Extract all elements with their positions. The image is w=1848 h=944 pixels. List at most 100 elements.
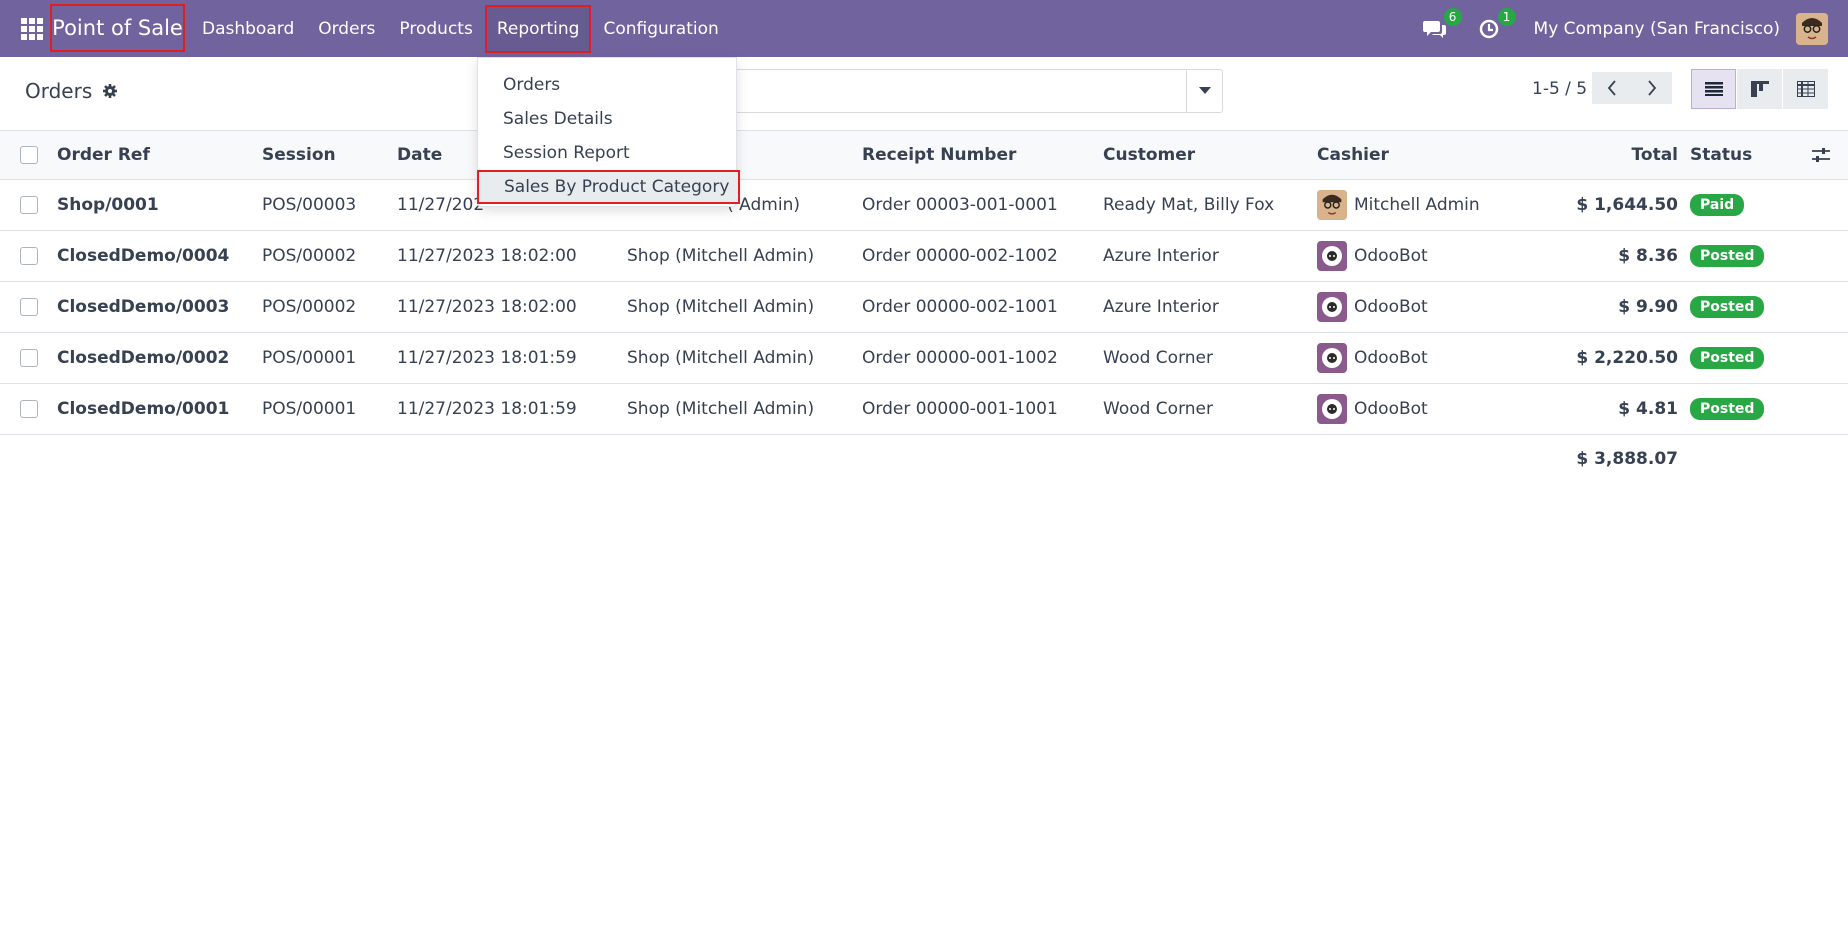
select-all-cell: [20, 131, 38, 179]
navbar-systray: 6 1 My Company (San Francisco): [1420, 0, 1848, 57]
user-avatar[interactable]: [1796, 12, 1828, 45]
row-select-cell: [20, 180, 38, 230]
order-total: $ 8.36: [1618, 246, 1678, 266]
cashier-name: OdooBot: [1354, 348, 1428, 368]
row-checkbox[interactable]: [20, 349, 38, 367]
cashier: OdooBot: [1317, 231, 1527, 281]
customer: Wood Corner: [1103, 348, 1213, 368]
receipt-number: Order 00000-002-1001: [862, 297, 1058, 317]
table-row[interactable]: Shop/0001 POS/00003 11/27/202 ( Admin) O…: [0, 180, 1848, 231]
main-menu: Dashboard Orders Products Reporting Conf…: [190, 0, 731, 57]
row-checkbox[interactable]: [20, 400, 38, 418]
cashier-name: OdooBot: [1354, 399, 1428, 419]
receipt-number: Order 00003-001-0001: [862, 195, 1058, 215]
reporting-item-sales-by-product-category[interactable]: Sales By Product Category: [477, 170, 740, 204]
orders-list: Order Ref Session Date Receipt Number Cu…: [0, 131, 1848, 483]
menu-configuration[interactable]: Configuration: [591, 0, 730, 57]
header-session[interactable]: Session: [262, 131, 392, 179]
order-ref: ClosedDemo/0002: [57, 348, 230, 368]
order-ref: Shop/0001: [57, 195, 159, 215]
chevron-left-icon: [1607, 80, 1616, 96]
status-badge: Posted: [1690, 398, 1765, 420]
activities-button[interactable]: 1: [1474, 7, 1516, 44]
list-view-button[interactable]: [1691, 69, 1736, 109]
menu-products[interactable]: Products: [387, 0, 484, 57]
status-cell: Posted: [1690, 333, 1800, 383]
customer: Azure Interior: [1103, 297, 1219, 317]
menu-dashboard[interactable]: Dashboard: [190, 0, 306, 57]
session: POS/00002: [262, 246, 357, 266]
kanban-view-button[interactable]: [1737, 69, 1782, 109]
table-row[interactable]: ClosedDemo/0003 POS/00002 11/27/2023 18:…: [0, 282, 1848, 333]
odoobot-avatar: [1317, 394, 1347, 424]
pivot-view-button[interactable]: [1783, 69, 1828, 109]
caret-down-icon: [1198, 87, 1211, 94]
status-cell: Posted: [1690, 384, 1800, 434]
row-checkbox[interactable]: [20, 298, 38, 316]
search-options-toggle[interactable]: [1186, 70, 1222, 112]
order-date: 11/27/2023 18:02:00: [397, 297, 577, 317]
status-badge: Paid: [1690, 194, 1745, 216]
reporting-item-session-report[interactable]: Session Report: [478, 136, 736, 170]
control-panel: Orders 1-5 / 5: [0, 57, 1848, 131]
cashier-name: Mitchell Admin: [1354, 195, 1480, 215]
reporting-dropdown: Orders Sales Details Session Report Sale…: [477, 57, 740, 207]
point-of-sale: Shop (Mitchell Admin): [627, 246, 815, 266]
header-total[interactable]: Total: [1530, 131, 1678, 179]
pager-previous-button[interactable]: [1592, 72, 1632, 104]
pager-value[interactable]: 1-5 / 5: [1532, 79, 1587, 99]
header-customer[interactable]: Customer: [1103, 131, 1313, 179]
pager-next-button[interactable]: [1632, 72, 1672, 104]
cashier: OdooBot: [1317, 384, 1527, 434]
menu-orders[interactable]: Orders: [306, 0, 387, 57]
point-of-sale: Shop (Mitchell Admin): [627, 399, 815, 419]
totals-row: $ 3,888.07: [0, 435, 1848, 483]
receipt-number: Order 00000-001-1002: [862, 348, 1058, 368]
breadcrumb-orders: Orders: [25, 79, 93, 103]
reporting-item-orders[interactable]: Orders: [478, 68, 736, 102]
session: POS/00003: [262, 195, 357, 215]
optional-columns-toggle[interactable]: [1812, 131, 1836, 179]
app-grid-icon[interactable]: [21, 17, 43, 40]
header-status[interactable]: Status: [1690, 131, 1800, 179]
search-input[interactable]: [733, 69, 1223, 113]
customer: Ready Mat, Billy Fox: [1103, 195, 1275, 215]
header-receipt-number[interactable]: Receipt Number: [862, 131, 1097, 179]
cashier-avatar: [1317, 190, 1347, 220]
order-ref: ClosedDemo/0004: [57, 246, 230, 266]
reporting-item-sales-details[interactable]: Sales Details: [478, 102, 736, 136]
header-cashier[interactable]: Cashier: [1317, 131, 1527, 179]
kanban-icon: [1750, 81, 1769, 97]
receipt-number: Order 00000-001-1001: [862, 399, 1058, 419]
company-switcher[interactable]: My Company (San Francisco): [1534, 19, 1780, 39]
session: POS/00001: [262, 348, 357, 368]
header-order-ref[interactable]: Order Ref: [57, 131, 257, 179]
row-select-cell: [20, 282, 38, 332]
table-row[interactable]: ClosedDemo/0004 POS/00002 11/27/2023 18:…: [0, 231, 1848, 282]
app-brand[interactable]: Point of Sale: [50, 4, 185, 52]
gear-icon[interactable]: [102, 83, 118, 99]
activities-count-badge: 1: [1497, 7, 1516, 26]
messages-button[interactable]: 6: [1420, 7, 1462, 44]
row-checkbox[interactable]: [20, 196, 38, 214]
status-cell: Posted: [1690, 282, 1800, 332]
order-date: 11/27/2023 18:01:59: [397, 399, 577, 419]
customer: Wood Corner: [1103, 399, 1213, 419]
row-checkbox[interactable]: [20, 247, 38, 265]
menu-reporting[interactable]: Reporting: [484, 4, 592, 53]
top-navbar: Point of Sale Dashboard Orders Products …: [0, 0, 1848, 57]
odoobot-avatar: [1317, 343, 1347, 373]
table-header: Order Ref Session Date Receipt Number Cu…: [0, 131, 1848, 180]
select-all-checkbox[interactable]: [20, 146, 38, 164]
cashier: OdooBot: [1317, 333, 1527, 383]
table-row[interactable]: ClosedDemo/0002 POS/00001 11/27/2023 18:…: [0, 333, 1848, 384]
order-total: $ 2,220.50: [1576, 348, 1678, 368]
clock-icon: [1479, 19, 1498, 38]
list-icon: [1704, 82, 1723, 96]
cashier: OdooBot: [1317, 282, 1527, 332]
cashier-name: OdooBot: [1354, 246, 1428, 266]
order-ref: ClosedDemo/0001: [57, 399, 230, 419]
table-row[interactable]: ClosedDemo/0001 POS/00001 11/27/2023 18:…: [0, 384, 1848, 435]
status-badge: Posted: [1690, 245, 1765, 267]
row-select-cell: [20, 333, 38, 383]
